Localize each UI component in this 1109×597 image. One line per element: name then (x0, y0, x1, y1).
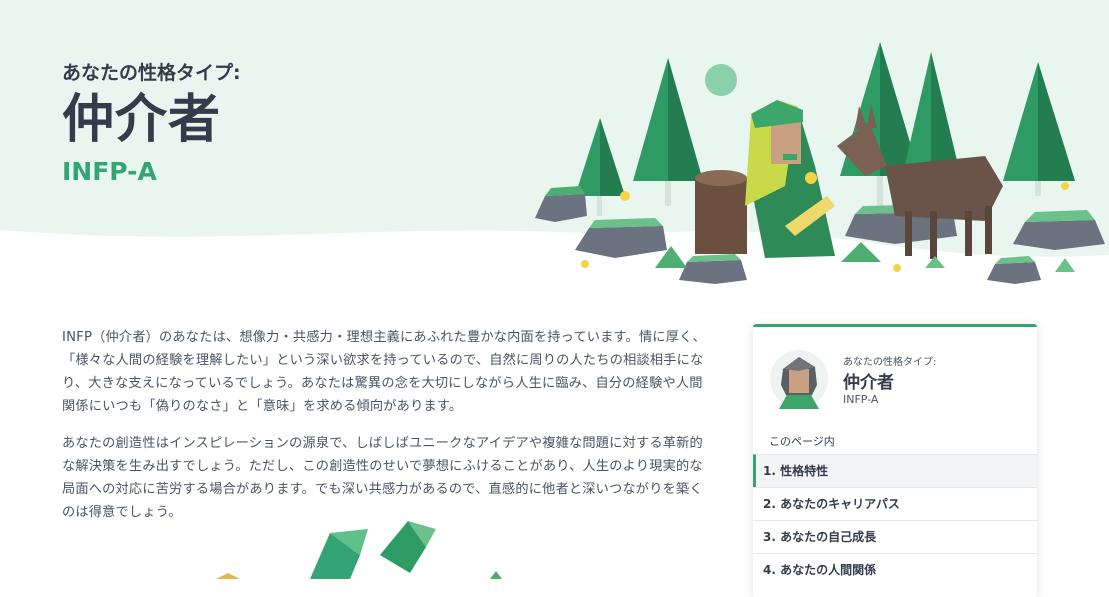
rock-icon (535, 186, 587, 222)
toc-item-personality-traits[interactable]: 1. 性格特性 (753, 454, 1037, 487)
card-personality-code: INFP-A (843, 393, 879, 406)
bottom-decoration (216, 521, 502, 579)
rock-icon (679, 254, 747, 284)
grass-icon (925, 256, 945, 268)
card-subtitle: あなたの性格タイプ: (843, 357, 937, 368)
flower-icon (1061, 182, 1069, 190)
rock-icon (987, 256, 1041, 284)
girl-character-icon (745, 100, 835, 258)
toc-heading: このページ内 (769, 435, 835, 448)
tree-icon (633, 58, 703, 206)
hero-subtitle: あなたの性格タイプ: (62, 62, 241, 84)
table-of-contents: 1. 性格特性 2. あなたのキャリアパス 3. あなたの自己成長 4. あなた… (753, 454, 1037, 586)
grass-icon (1055, 258, 1075, 272)
tree-stump-icon (695, 170, 747, 254)
intro-paragraph-2: あなたの創造性はインスピレーションの源泉で、しばしばユニークなアイデアや複雑な問… (62, 436, 703, 520)
page-title: 仲介者 (62, 90, 222, 150)
profile-side-card: あなたの性格タイプ: 仲介者 INFP-A このページ内 1. 性格特性 2. … (753, 324, 1037, 597)
intro-paragraph-1: INFP（仲介者）のあなたは、想像力・共感力・理想主義にあふれた豊かな内面を持っ… (62, 330, 706, 414)
grass-icon (841, 242, 881, 262)
profile-card-header: あなたの性格タイプ: 仲介者 INFP-A (769, 349, 1029, 413)
tree-icon (1003, 62, 1075, 196)
intro-content: INFP（仲介者）のあなたは、想像力・共感力・理想主義にあふれた豊かな内面を持っ… (62, 326, 712, 538)
toc-item-personal-growth[interactable]: 3. あなたの自己成長 (753, 520, 1037, 553)
flower-icon (893, 264, 901, 272)
toc-item-relationships[interactable]: 4. あなたの人間関係 (753, 553, 1037, 586)
forest-illustration (535, 42, 1105, 284)
hero-header: あなたの性格タイプ: 仲介者 INFP-A (62, 58, 241, 186)
rock-icon (1013, 210, 1105, 250)
toc-item-career-path[interactable]: 2. あなたのキャリアパス (753, 487, 1037, 520)
rock-icon (575, 218, 667, 258)
flower-icon (620, 191, 630, 201)
avatar (770, 350, 828, 409)
flower-icon (581, 260, 589, 268)
card-title: 仲介者 (843, 373, 894, 393)
personality-code: INFP-A (62, 157, 157, 186)
